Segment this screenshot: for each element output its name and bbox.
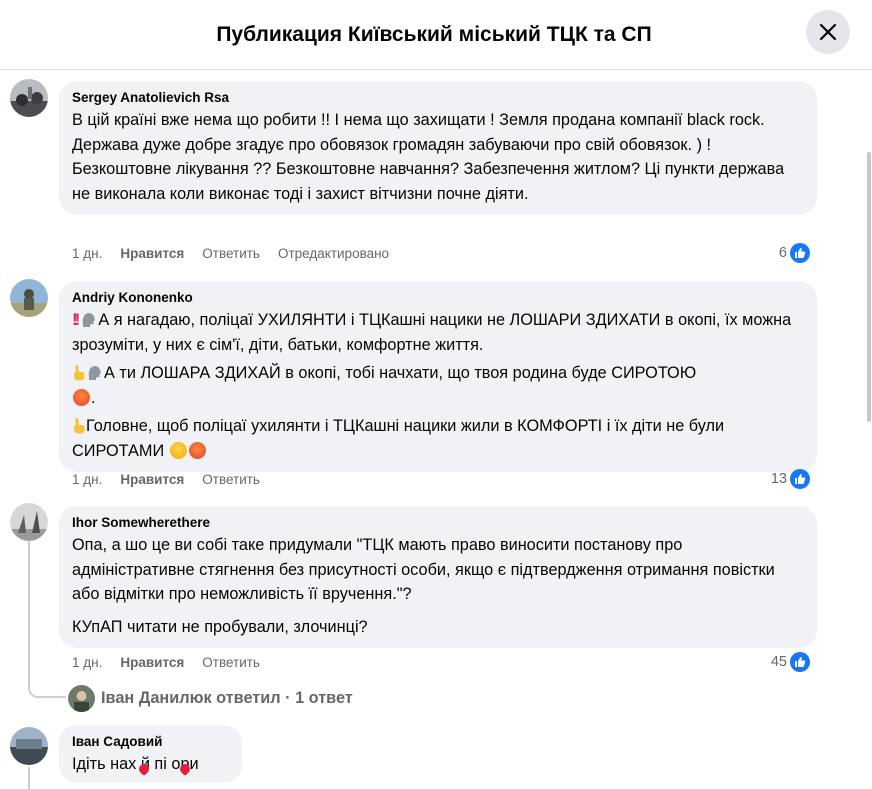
double-exclamation-icon: !!: [72, 310, 81, 329]
comment-actions: 1 дн. Нравится Ответить Отредактировано: [72, 246, 389, 261]
reply-button[interactable]: Ответить: [202, 246, 260, 261]
speaking-head-icon: [83, 313, 96, 327]
scrollbar[interactable]: [866, 70, 872, 789]
comment-actions: 1 дн. Нравится Ответить: [72, 655, 260, 670]
comment-paragraph: А я нагадаю, поліцаї УХИЛЯНТИ і ТЦКашні …: [72, 311, 792, 354]
comment-author[interactable]: Іван Садовий: [72, 733, 229, 750]
reply-thread-line: [28, 767, 30, 789]
speaking-head-icon: [88, 366, 101, 380]
edited-label: Отредактировано: [277, 246, 390, 261]
close-icon: [819, 23, 837, 41]
angry-face-icon: [73, 388, 90, 406]
comment-bubble: Andriy Kononenko !! А я нагадаю, поліцаї …: [59, 281, 817, 472]
dialog-header: Публикация Київський міський ТЦК та СП: [0, 0, 872, 70]
reply-thread-line: [28, 540, 30, 686]
like-button[interactable]: Нравится: [120, 655, 184, 670]
comment-bubble: Sergey Anatolievich Rsa В цій країні вже…: [59, 81, 817, 215]
index-pointing-up-icon: [74, 365, 85, 381]
index-pointing-up-icon: [74, 418, 85, 434]
comment-text: Ідіть нах й пі ори: [72, 755, 199, 773]
close-button[interactable]: [806, 10, 850, 54]
like-count: 6: [778, 245, 787, 261]
comment-author[interactable]: Andriy Kononenko: [72, 289, 804, 306]
comment-text: !! А я нагадаю, поліцаї УХИЛЯНТИ і ТЦКашн…: [72, 310, 792, 460]
comment-bubble: Іван Садовий Ідіть нах й пі ори: [59, 725, 242, 783]
comment-paragraph: Опа, а шо це ви собі таке придумали "ТЦК…: [72, 536, 775, 603]
reply-thread-curve: [28, 685, 66, 698]
reply-button[interactable]: Ответить: [202, 472, 260, 487]
like-button[interactable]: Нравится: [120, 472, 184, 487]
comment-author[interactable]: Sergey Anatolievich Rsa: [72, 89, 804, 106]
avatar: [68, 685, 95, 712]
comment-time[interactable]: 1 дн.: [72, 655, 102, 670]
thumbs-up-icon: [790, 652, 810, 672]
view-replies-link[interactable]: Іван Данилюк ответил · 1 ответ: [68, 685, 353, 712]
avatar[interactable]: [10, 279, 48, 317]
thumbs-up-icon: [790, 243, 810, 263]
page-title: Публикация Київський міський ТЦК та СП: [216, 22, 652, 46]
comment-bubble: Ihor Somewherethere Опа, а шо це ви собі…: [59, 506, 817, 648]
like-button[interactable]: Нравится: [120, 246, 184, 261]
reaction-count[interactable]: 45: [771, 652, 810, 672]
reply-button[interactable]: Ответить: [202, 655, 260, 670]
comment-time[interactable]: 1 дн.: [72, 246, 102, 261]
reaction-count[interactable]: 13: [771, 469, 810, 489]
avatar[interactable]: [10, 503, 48, 541]
like-count: 13: [770, 471, 787, 487]
comment-author[interactable]: Ihor Somewherethere: [72, 514, 804, 531]
scrollbar-thumb[interactable]: [867, 152, 871, 422]
avatar[interactable]: [10, 79, 48, 117]
comment-text: Опа, а шо це ви собі таке придумали "ТЦК…: [72, 533, 804, 639]
comment-actions: 1 дн. Нравится Ответить: [72, 472, 260, 487]
rolling-laughing-icon: [169, 441, 187, 459]
thumbs-up-icon: [790, 469, 810, 489]
reaction-count[interactable]: 6: [779, 243, 810, 263]
comment-paragraph: А ти ЛОШАРА ЗДИХАЙ в окопі, тобі начхати…: [104, 364, 697, 382]
reply-summary-text: Іван Данилюк ответил · 1 ответ: [101, 689, 353, 707]
angry-face-icon: [188, 441, 206, 459]
comment-time[interactable]: 1 дн.: [72, 472, 102, 487]
comment-paragraph: КУпАП читати не пробували, злочинці?: [72, 617, 368, 636]
like-count: 45: [770, 654, 787, 670]
avatar[interactable]: [10, 727, 48, 765]
comment-text: В цій країні вже нема що робити !! І нем…: [72, 111, 785, 203]
